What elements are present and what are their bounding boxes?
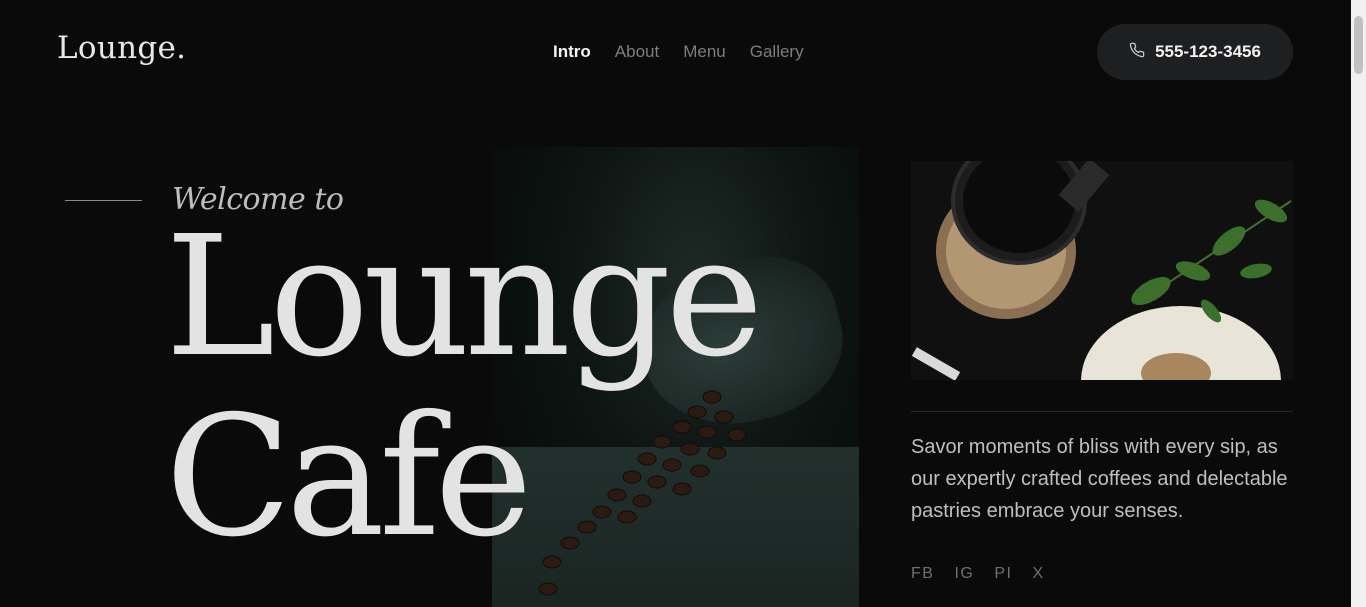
site-logo[interactable]: Lounge. <box>57 30 186 66</box>
main-nav: Intro About Menu Gallery <box>553 42 804 62</box>
phone-number: 555-123-3456 <box>1155 42 1261 61</box>
social-instagram[interactable]: IG <box>954 565 974 583</box>
kicker-rule <box>65 200 142 201</box>
side-divider <box>911 411 1293 412</box>
phone-button[interactable]: 555-123-3456 <box>1097 24 1293 80</box>
social-pinterest[interactable]: PI <box>994 565 1012 583</box>
side-photo-graphic <box>911 161 1293 380</box>
nav-gallery[interactable]: Gallery <box>750 42 804 62</box>
hero-title-line2: Cafe <box>165 381 533 574</box>
page-scrollbar[interactable] <box>1351 0 1366 607</box>
hero-title-line1: Lounge <box>165 201 763 394</box>
nav-about[interactable]: About <box>615 42 659 62</box>
social-facebook[interactable]: FB <box>911 565 934 583</box>
nav-menu[interactable]: Menu <box>683 42 726 62</box>
scrollbar-thumb[interactable] <box>1354 16 1363 74</box>
hero-description: Savor moments of bliss with every sip, a… <box>911 436 1288 522</box>
coffee-beans-graphic <box>538 390 747 596</box>
side-coffee-photo <box>911 161 1293 380</box>
social-links: FB IG PI X <box>911 565 1045 583</box>
phone-icon <box>1129 42 1145 63</box>
social-x[interactable]: X <box>1032 565 1044 583</box>
nav-intro[interactable]: Intro <box>553 42 591 62</box>
